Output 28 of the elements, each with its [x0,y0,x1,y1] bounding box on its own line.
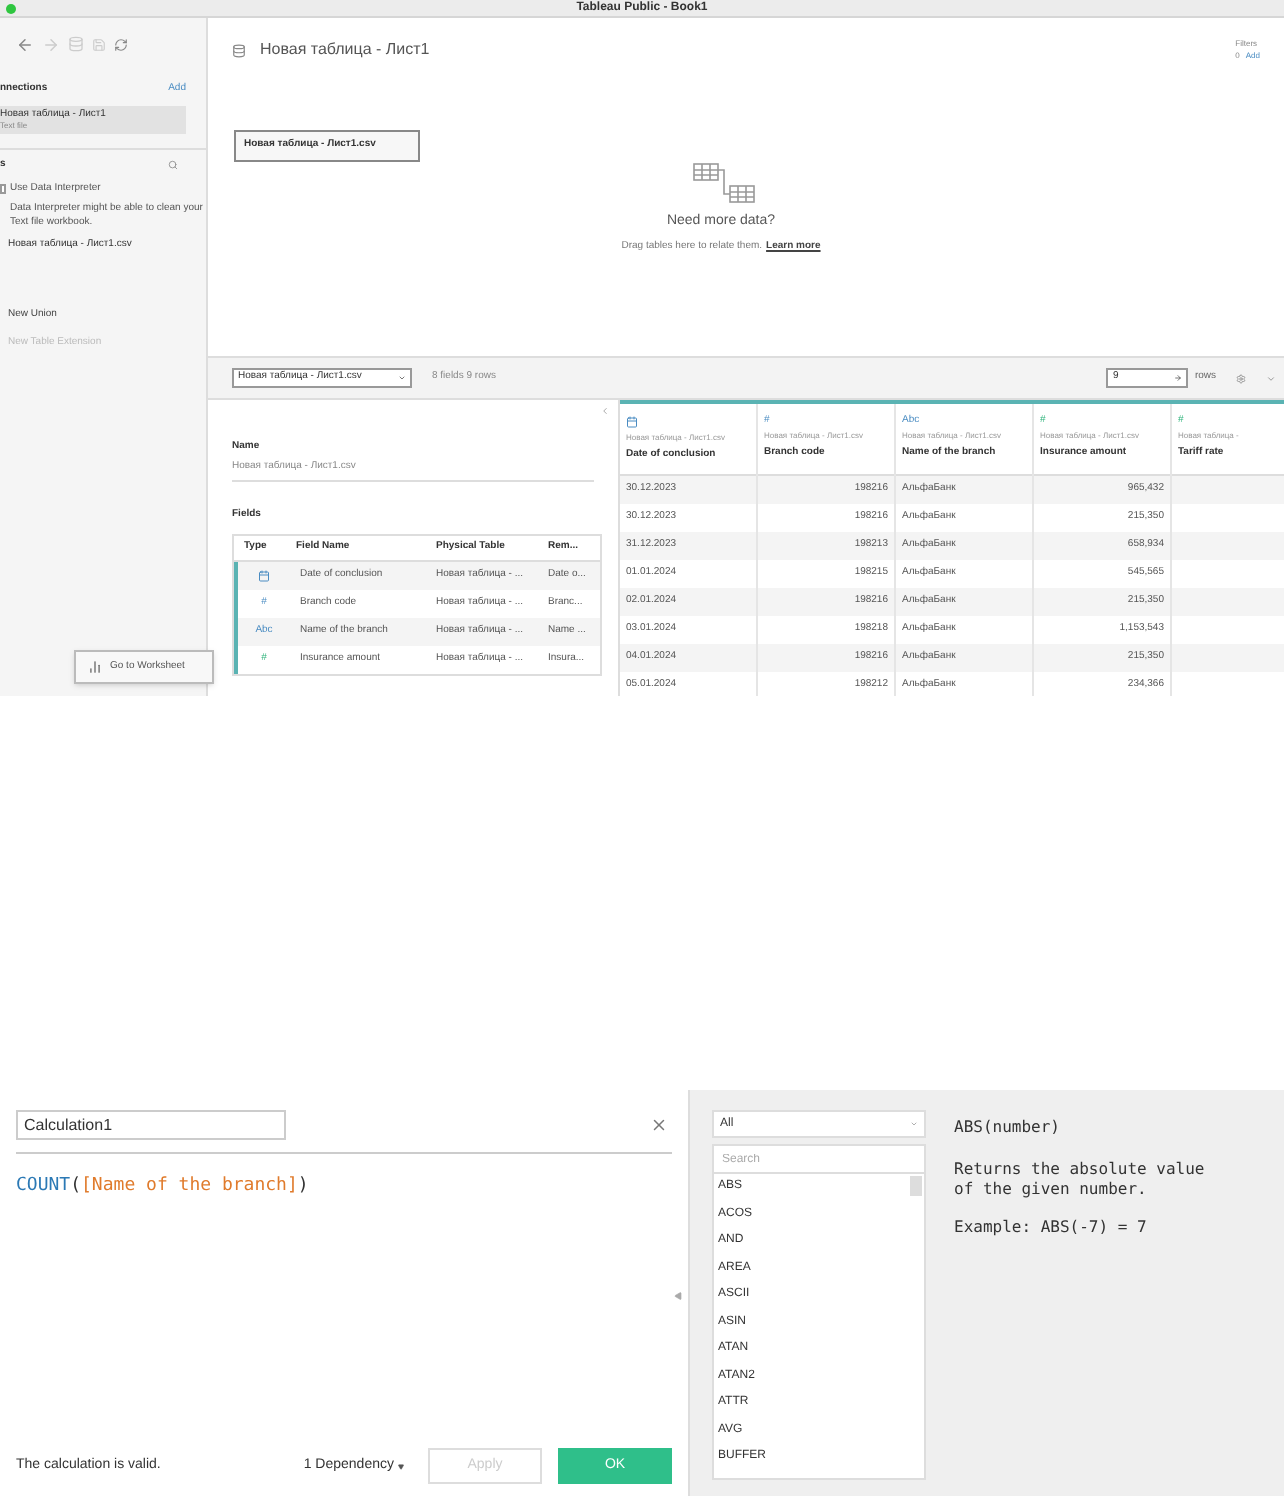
expand-icon[interactable] [674,1292,682,1300]
forward-icon[interactable] [42,35,60,53]
search-icon[interactable] [168,159,178,170]
data-source-title: Новая таблица - Лист1 [260,38,430,62]
scrollbar[interactable] [910,1176,922,1196]
data-source-icon[interactable] [68,36,84,52]
function-example: Example: ABS(-7) = 7 [954,1216,1149,1240]
formula[interactable]: COUNT([Name of the branch]) [16,1174,672,1201]
back-icon[interactable] [16,35,34,53]
worksheet-icon [88,660,102,674]
collapse-icon[interactable] [600,406,610,416]
calculation-name-field[interactable]: Calculation1 [16,1110,286,1140]
caret-icon [398,1463,404,1469]
table-cell [1172,588,1284,616]
checkbox[interactable] [0,184,6,195]
function-signature: ABS(number) [954,1116,1062,1140]
arrow-icon [1174,374,1183,382]
settings-icon[interactable] [1236,373,1246,383]
refresh-icon[interactable] [114,37,128,51]
save-icon[interactable] [92,37,106,51]
calendar-icon [258,569,270,581]
calendar-icon [626,415,638,428]
chevron-icon[interactable] [1266,373,1276,383]
table-cell [1172,644,1284,672]
close-icon[interactable] [650,1116,668,1134]
table-cell [1172,532,1284,560]
function-description: Returns the absolute value of the given number. [954,1160,1207,1200]
data-source-icon[interactable] [232,43,246,57]
